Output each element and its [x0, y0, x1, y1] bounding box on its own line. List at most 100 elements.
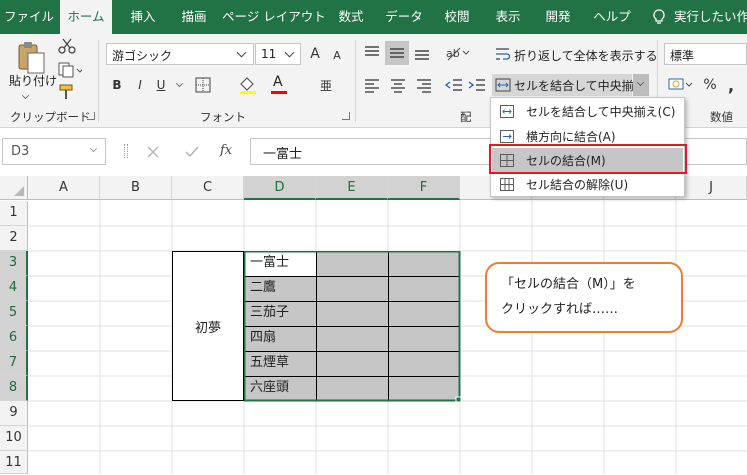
cell-d6[interactable]: 四扇 [246, 326, 276, 350]
comma-button[interactable]: , [724, 75, 738, 95]
font-color-button[interactable]: A [270, 74, 288, 96]
clipboard-group-label: クリップボード [10, 110, 91, 124]
tab-insert[interactable]: 挿入 [120, 0, 166, 34]
cell-d3[interactable]: 一富士 [246, 251, 289, 275]
row-header[interactable]: 5 [0, 301, 28, 326]
wrap-text-button[interactable]: 折り返して全体を表示する [514, 47, 658, 64]
bold-button[interactable]: B [108, 76, 126, 94]
menu-item-unmerge-cells[interactable]: セル結合の解除(U) [492, 172, 683, 196]
cancel-icon[interactable] [146, 145, 160, 159]
currency-icon[interactable] [668, 76, 693, 94]
decrease-indent-icon[interactable] [444, 76, 464, 94]
menu-item-merge-center[interactable]: セルを結合して中央揃え(C) [492, 99, 683, 123]
row-header[interactable]: 1 [0, 201, 28, 226]
percent-button[interactable]: % [700, 75, 720, 95]
clipboard-launcher-icon[interactable] [87, 112, 95, 120]
font-group-label: フォント [200, 110, 246, 124]
row-header[interactable]: 9 [0, 401, 28, 426]
fill-color-icon[interactable] [238, 76, 258, 94]
align-right-icon[interactable] [414, 76, 434, 94]
cell-d4[interactable]: 二鷹 [246, 276, 276, 300]
menu-item-label: セルを結合して中央揃え(C) [526, 104, 676, 119]
select-all-corner[interactable] [0, 176, 28, 200]
menu-item-label: セル結合の解除(U) [526, 177, 629, 192]
font-name-value: 游ゴシック [112, 49, 173, 63]
align-left-icon[interactable] [362, 76, 382, 94]
column-header[interactable]: B [100, 176, 172, 200]
group-divider [355, 40, 356, 122]
row-header[interactable]: 6 [0, 326, 28, 351]
cell-d8[interactable]: 六座頭 [246, 376, 289, 400]
wrap-text-icon[interactable] [495, 46, 511, 62]
formula-bar-grip[interactable] [124, 144, 128, 158]
column-header[interactable]: F [388, 176, 460, 200]
format-painter-icon[interactable] [58, 84, 76, 100]
paste-icon[interactable] [15, 40, 47, 76]
row-header[interactable]: 4 [0, 276, 28, 301]
alignment-group-label: 配 [460, 110, 472, 124]
column-header[interactable]: E [316, 176, 388, 200]
tell-me-search[interactable]: 実行したい作 [674, 0, 747, 34]
row-header[interactable]: 11 [0, 451, 28, 474]
tab-help[interactable]: ヘルプ [586, 0, 638, 34]
font-launcher-icon[interactable] [342, 112, 350, 120]
merged-cell-c3-c8[interactable]: 初夢 [172, 251, 244, 401]
tab-draw[interactable]: 描画 [170, 0, 218, 34]
chevron-down-icon[interactable] [176, 80, 184, 88]
cut-icon[interactable] [58, 38, 76, 54]
number-group-label: 数値 [710, 110, 733, 124]
paste-label[interactable]: 貼り付け [9, 72, 57, 89]
column-header[interactable]: D [244, 176, 316, 200]
merge-dropdown-button[interactable] [633, 74, 649, 96]
align-center-icon[interactable] [388, 76, 408, 94]
column-header[interactable]: A [28, 176, 100, 200]
phonetic-button[interactable]: 亜 [316, 76, 336, 94]
orientation-icon[interactable]: ab [444, 43, 470, 63]
tab-view[interactable]: 表示 [486, 0, 530, 34]
tab-file[interactable]: ファイル [0, 0, 58, 34]
name-box-value: D3 [11, 144, 30, 159]
formula-content: 一富士 [263, 147, 303, 162]
grow-font-button[interactable]: A [306, 44, 324, 64]
insert-function-button[interactable]: fx [220, 143, 232, 158]
font-color-label: A [273, 74, 283, 90]
tab-home[interactable]: ホーム [60, 0, 112, 34]
row-header[interactable]: 7 [0, 351, 28, 376]
chevron-down-icon[interactable] [12, 92, 40, 99]
font-color-swatch [271, 91, 287, 94]
column-header[interactable]: C [172, 176, 244, 200]
row-header[interactable]: 3 [0, 251, 28, 276]
font-name-select[interactable]: 游ゴシック [106, 43, 254, 65]
cell-d7[interactable]: 五煙草 [246, 351, 289, 375]
tab-formulas[interactable]: 数式 [328, 0, 374, 34]
align-middle-icon[interactable] [385, 41, 409, 65]
callout-line-2: クリックすれば…… [501, 302, 619, 317]
callout-box: 「セルの結合（M）」を クリックすれば…… [485, 262, 683, 333]
underline-button[interactable]: U [152, 76, 170, 94]
tab-page-layout[interactable]: ページ レイアウト [222, 0, 326, 34]
number-format-select[interactable]: 標準 [664, 43, 747, 65]
align-top-icon[interactable] [362, 43, 382, 63]
borders-icon[interactable] [194, 76, 212, 94]
italic-button[interactable]: I [131, 76, 149, 94]
enter-icon[interactable] [184, 145, 200, 159]
copy-icon[interactable] [58, 62, 84, 78]
menu-item-label: 横方向に結合(A) [526, 129, 616, 144]
tab-developer[interactable]: 開発 [536, 0, 580, 34]
callout-line-1: 「セルの結合（M）」を [501, 277, 636, 292]
row-header[interactable]: 8 [0, 376, 28, 401]
increase-indent-icon[interactable] [467, 76, 487, 94]
svg-text:ab: ab [446, 47, 460, 60]
row-header[interactable]: 2 [0, 226, 28, 251]
merged-cell-text: 初夢 [194, 320, 221, 336]
lightbulb-icon [652, 9, 666, 25]
tab-data[interactable]: データ [380, 0, 428, 34]
font-size-select[interactable]: 11 [255, 43, 301, 65]
align-bottom-icon[interactable] [412, 43, 432, 63]
tab-review[interactable]: 校閲 [434, 0, 480, 34]
shrink-font-button[interactable]: A [328, 46, 346, 64]
name-box[interactable]: D3 [2, 138, 106, 165]
row-header[interactable]: 10 [0, 426, 28, 451]
column-header[interactable]: J [676, 176, 747, 200]
cell-d5[interactable]: 三茄子 [246, 301, 289, 325]
